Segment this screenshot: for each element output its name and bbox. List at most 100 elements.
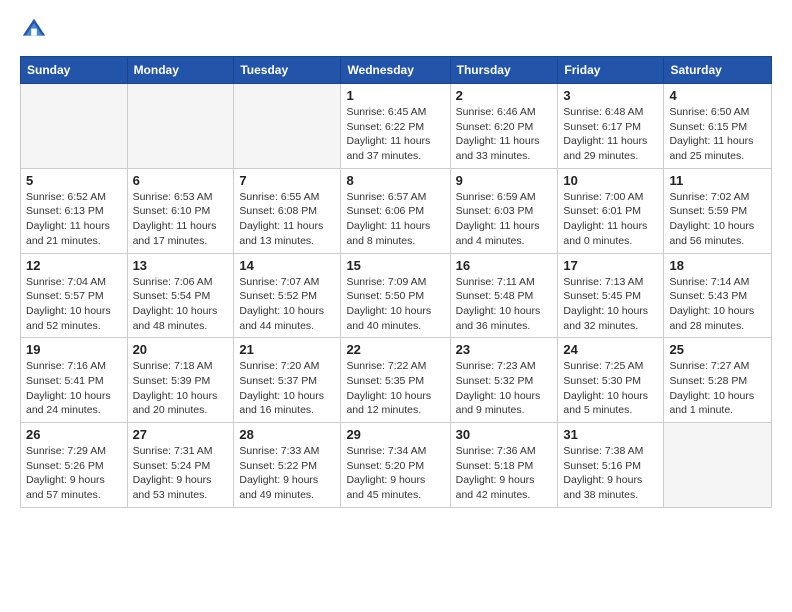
weekday-header-sunday: Sunday — [21, 57, 128, 84]
calendar-cell — [234, 84, 341, 169]
calendar-cell: 4 Sunrise: 6:50 AM Sunset: 6:15 PM Daylig… — [664, 84, 772, 169]
calendar-cell — [21, 84, 128, 169]
calendar-cell: 25 Sunrise: 7:27 AM Sunset: 5:28 PM Dayli… — [664, 338, 772, 423]
calendar-week-row: 12 Sunrise: 7:04 AM Sunset: 5:57 PM Dayli… — [21, 253, 772, 338]
day-info: Sunrise: 7:36 AM Sunset: 5:18 PM Dayligh… — [456, 444, 553, 503]
day-number: 1 — [346, 88, 444, 103]
day-number: 3 — [563, 88, 658, 103]
day-info: Sunrise: 7:18 AM Sunset: 5:39 PM Dayligh… — [133, 359, 229, 418]
calendar-week-row: 19 Sunrise: 7:16 AM Sunset: 5:41 PM Dayli… — [21, 338, 772, 423]
day-number: 22 — [346, 342, 444, 357]
calendar-cell: 26 Sunrise: 7:29 AM Sunset: 5:26 PM Dayli… — [21, 423, 128, 508]
calendar-cell: 18 Sunrise: 7:14 AM Sunset: 5:43 PM Dayli… — [664, 253, 772, 338]
day-number: 6 — [133, 173, 229, 188]
calendar-cell: 8Sunrise: 6:57 AM Sunset: 6:06 PM Daylig… — [341, 168, 450, 253]
day-info: Sunrise: 7:11 AM Sunset: 5:48 PM Dayligh… — [456, 275, 553, 334]
day-number: 15 — [346, 258, 444, 273]
day-number: 27 — [133, 427, 229, 442]
calendar-cell: 5Sunrise: 6:52 AM Sunset: 6:13 PM Daylig… — [21, 168, 128, 253]
calendar-cell: 24 Sunrise: 7:25 AM Sunset: 5:30 PM Dayli… — [558, 338, 664, 423]
calendar-cell — [127, 84, 234, 169]
day-info: Sunrise: 7:29 AM Sunset: 5:26 PM Dayligh… — [26, 444, 122, 503]
day-info: Sunrise: 6:59 AM Sunset: 6:03 PM Dayligh… — [456, 190, 553, 249]
day-info: Sunrise: 6:45 AM Sunset: 6:22 PM Dayligh… — [346, 105, 444, 164]
day-info: Sunrise: 7:00 AM Sunset: 6:01 PM Dayligh… — [563, 190, 658, 249]
calendar-week-row: 26 Sunrise: 7:29 AM Sunset: 5:26 PM Dayli… — [21, 423, 772, 508]
day-number: 30 — [456, 427, 553, 442]
calendar-cell — [664, 423, 772, 508]
calendar-cell: 11 Sunrise: 7:02 AM Sunset: 5:59 PM Dayli… — [664, 168, 772, 253]
calendar-cell: 16 Sunrise: 7:11 AM Sunset: 5:48 PM Dayli… — [450, 253, 558, 338]
day-number: 25 — [669, 342, 766, 357]
calendar-week-row: 1 Sunrise: 6:45 AM Sunset: 6:22 PM Daylig… — [21, 84, 772, 169]
day-number: 11 — [669, 173, 766, 188]
day-number: 24 — [563, 342, 658, 357]
weekday-header-tuesday: Tuesday — [234, 57, 341, 84]
calendar-cell: 1 Sunrise: 6:45 AM Sunset: 6:22 PM Daylig… — [341, 84, 450, 169]
calendar-cell: 31 Sunrise: 7:38 AM Sunset: 5:16 PM Dayli… — [558, 423, 664, 508]
weekday-header-saturday: Saturday — [664, 57, 772, 84]
day-number: 4 — [669, 88, 766, 103]
day-info: Sunrise: 7:25 AM Sunset: 5:30 PM Dayligh… — [563, 359, 658, 418]
day-info: Sunrise: 6:46 AM Sunset: 6:20 PM Dayligh… — [456, 105, 553, 164]
day-info: Sunrise: 7:20 AM Sunset: 5:37 PM Dayligh… — [239, 359, 335, 418]
day-info: Sunrise: 7:38 AM Sunset: 5:16 PM Dayligh… — [563, 444, 658, 503]
day-number: 21 — [239, 342, 335, 357]
calendar-cell: 23Sunrise: 7:23 AM Sunset: 5:32 PM Dayli… — [450, 338, 558, 423]
calendar-cell: 13Sunrise: 7:06 AM Sunset: 5:54 PM Dayli… — [127, 253, 234, 338]
day-info: Sunrise: 7:22 AM Sunset: 5:35 PM Dayligh… — [346, 359, 444, 418]
day-number: 16 — [456, 258, 553, 273]
calendar-cell: 28 Sunrise: 7:33 AM Sunset: 5:22 PM Dayli… — [234, 423, 341, 508]
logo — [20, 16, 52, 44]
day-number: 8 — [346, 173, 444, 188]
day-number: 23 — [456, 342, 553, 357]
calendar-cell: 14Sunrise: 7:07 AM Sunset: 5:52 PM Dayli… — [234, 253, 341, 338]
weekday-header-thursday: Thursday — [450, 57, 558, 84]
calendar-week-row: 5Sunrise: 6:52 AM Sunset: 6:13 PM Daylig… — [21, 168, 772, 253]
day-number: 18 — [669, 258, 766, 273]
day-info: Sunrise: 6:55 AM Sunset: 6:08 PM Dayligh… — [239, 190, 335, 249]
calendar-cell: 21 Sunrise: 7:20 AM Sunset: 5:37 PM Dayli… — [234, 338, 341, 423]
page: SundayMondayTuesdayWednesdayThursdayFrid… — [0, 0, 792, 524]
day-number: 28 — [239, 427, 335, 442]
day-info: Sunrise: 7:07 AM Sunset: 5:52 PM Dayligh… — [239, 275, 335, 334]
day-info: Sunrise: 7:02 AM Sunset: 5:59 PM Dayligh… — [669, 190, 766, 249]
calendar-cell: 17Sunrise: 7:13 AM Sunset: 5:45 PM Dayli… — [558, 253, 664, 338]
day-number: 7 — [239, 173, 335, 188]
day-number: 19 — [26, 342, 122, 357]
day-info: Sunrise: 7:31 AM Sunset: 5:24 PM Dayligh… — [133, 444, 229, 503]
weekday-header-friday: Friday — [558, 57, 664, 84]
day-number: 9 — [456, 173, 553, 188]
day-number: 20 — [133, 342, 229, 357]
calendar-cell: 15 Sunrise: 7:09 AM Sunset: 5:50 PM Dayli… — [341, 253, 450, 338]
day-info: Sunrise: 7:33 AM Sunset: 5:22 PM Dayligh… — [239, 444, 335, 503]
calendar-cell: 22 Sunrise: 7:22 AM Sunset: 5:35 PM Dayli… — [341, 338, 450, 423]
weekday-header-monday: Monday — [127, 57, 234, 84]
day-number: 17 — [563, 258, 658, 273]
calendar-cell: 6 Sunrise: 6:53 AM Sunset: 6:10 PM Daylig… — [127, 168, 234, 253]
calendar-table: SundayMondayTuesdayWednesdayThursdayFrid… — [20, 56, 772, 508]
day-number: 10 — [563, 173, 658, 188]
day-info: Sunrise: 7:14 AM Sunset: 5:43 PM Dayligh… — [669, 275, 766, 334]
calendar-cell: 2 Sunrise: 6:46 AM Sunset: 6:20 PM Daylig… — [450, 84, 558, 169]
day-info: Sunrise: 7:04 AM Sunset: 5:57 PM Dayligh… — [26, 275, 122, 334]
calendar-cell: 20 Sunrise: 7:18 AM Sunset: 5:39 PM Dayli… — [127, 338, 234, 423]
day-number: 5 — [26, 173, 122, 188]
calendar-cell: 3 Sunrise: 6:48 AM Sunset: 6:17 PM Daylig… — [558, 84, 664, 169]
day-info: Sunrise: 7:27 AM Sunset: 5:28 PM Dayligh… — [669, 359, 766, 418]
day-info: Sunrise: 7:16 AM Sunset: 5:41 PM Dayligh… — [26, 359, 122, 418]
calendar-cell: 12 Sunrise: 7:04 AM Sunset: 5:57 PM Dayli… — [21, 253, 128, 338]
day-number: 31 — [563, 427, 658, 442]
day-number: 29 — [346, 427, 444, 442]
calendar-cell: 19 Sunrise: 7:16 AM Sunset: 5:41 PM Dayli… — [21, 338, 128, 423]
calendar-cell: 30 Sunrise: 7:36 AM Sunset: 5:18 PM Dayli… — [450, 423, 558, 508]
day-info: Sunrise: 6:50 AM Sunset: 6:15 PM Dayligh… — [669, 105, 766, 164]
day-info: Sunrise: 7:09 AM Sunset: 5:50 PM Dayligh… — [346, 275, 444, 334]
day-number: 12 — [26, 258, 122, 273]
weekday-header-wednesday: Wednesday — [341, 57, 450, 84]
day-number: 26 — [26, 427, 122, 442]
logo-icon — [20, 16, 48, 44]
day-info: Sunrise: 6:53 AM Sunset: 6:10 PM Dayligh… — [133, 190, 229, 249]
day-info: Sunrise: 6:48 AM Sunset: 6:17 PM Dayligh… — [563, 105, 658, 164]
day-number: 2 — [456, 88, 553, 103]
